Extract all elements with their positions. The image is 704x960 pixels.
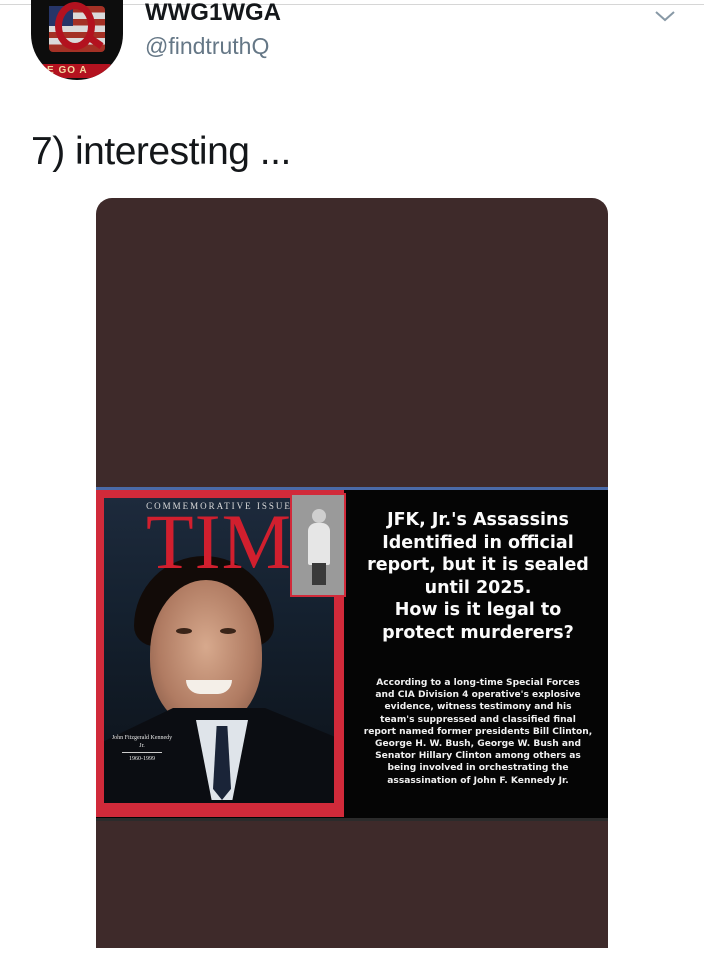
attached-image: TIM COMMEMORATIVE ISSUE John Fitzgerald … (96, 487, 608, 818)
user-handle[interactable]: @findtruthQ (145, 32, 269, 60)
inset-photo (290, 493, 346, 597)
tweet-text: 7) interesting ... (31, 130, 291, 173)
q-letter-graphic (55, 2, 95, 50)
cover-caption: John Fitzgerald Kennedy Jr. 1960-1999 (110, 734, 174, 763)
bottom-area (0, 948, 704, 960)
chevron-down-icon[interactable] (654, 8, 676, 24)
inset-child-body (308, 523, 330, 565)
inset-child-legs (312, 563, 326, 585)
avatar-badge: E GO A (39, 64, 111, 78)
image-headline: JFK, Jr.'s Assassins Identified in offic… (367, 510, 589, 643)
user-avatar[interactable]: E GO A (31, 0, 123, 80)
cover-caption-rule (122, 752, 162, 753)
portrait-smile (186, 680, 232, 694)
image-body-text: According to a long-time Special Forces … (363, 678, 593, 786)
inset-child-head (312, 509, 326, 523)
tweet-media[interactable]: TIM COMMEMORATIVE ISSUE John Fitzgerald … (96, 198, 608, 948)
cover-caption-years: 1960-1999 (129, 756, 155, 762)
display-name[interactable]: WWG1WGA (145, 0, 281, 26)
image-bottom-border (96, 818, 608, 821)
cover-caption-name: John Fitzgerald Kennedy Jr. (111, 735, 173, 749)
portrait-left-eye (176, 628, 192, 634)
portrait-right-eye (220, 628, 236, 634)
portrait-face (150, 580, 262, 728)
